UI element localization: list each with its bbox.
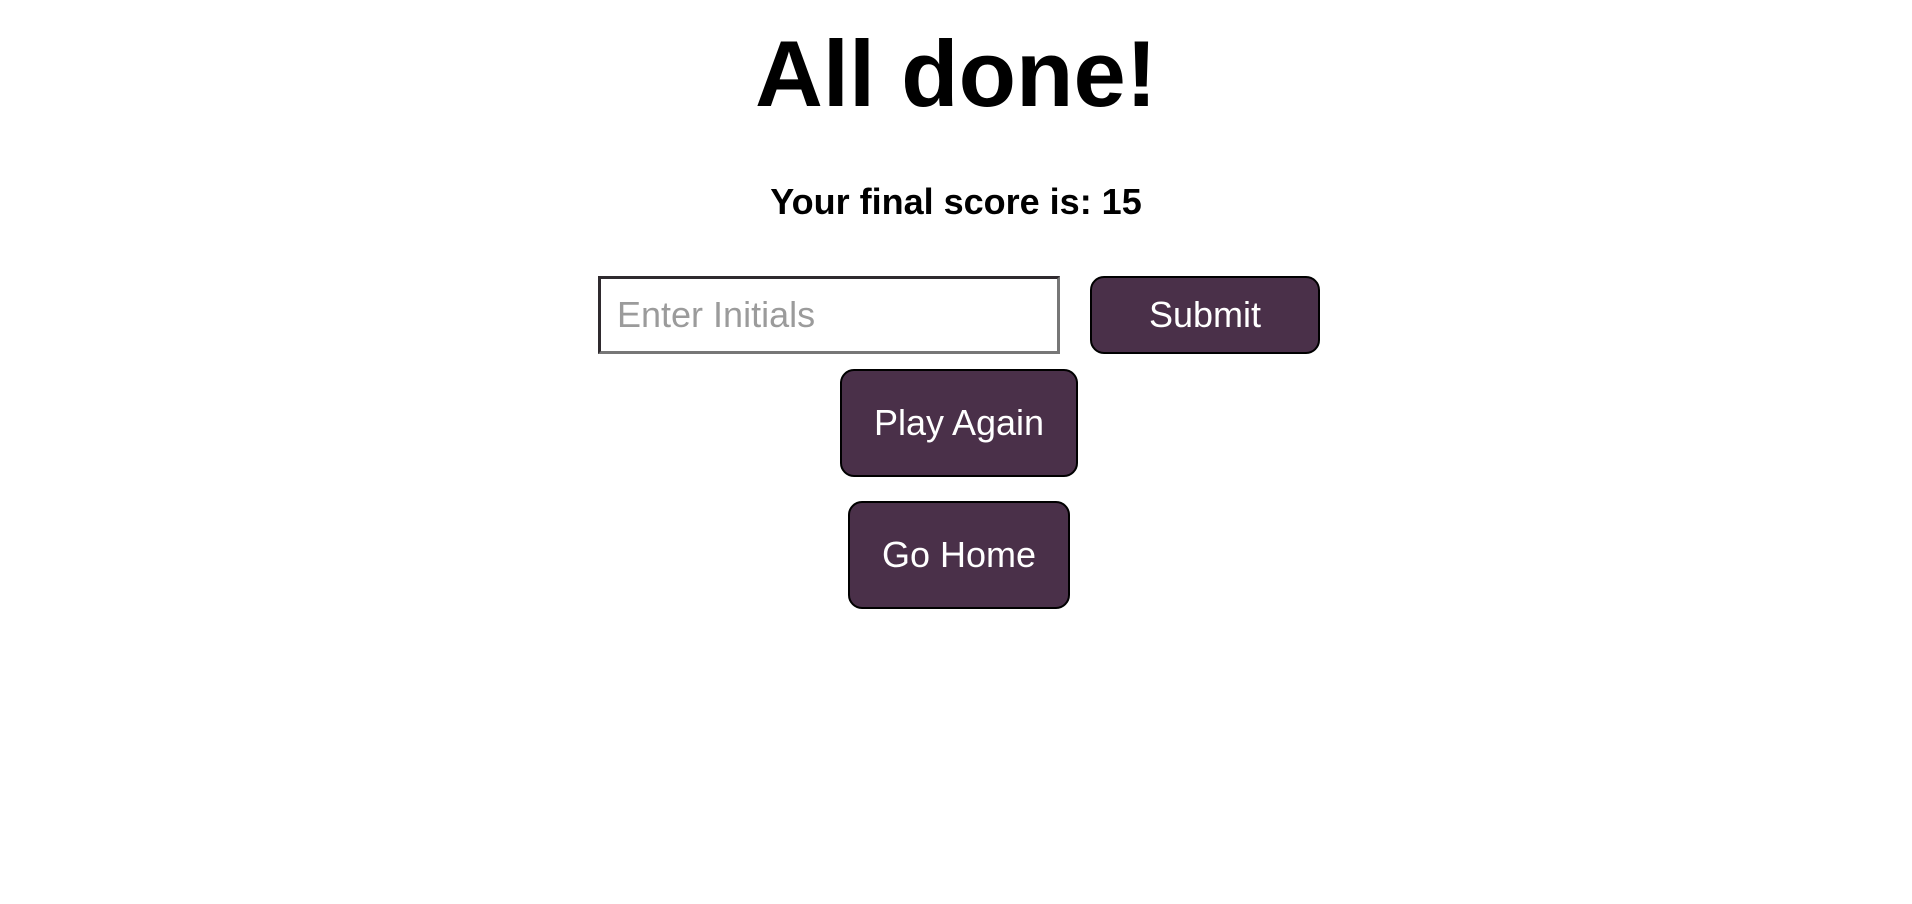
initials-input[interactable] bbox=[598, 276, 1060, 354]
submit-button[interactable]: Submit bbox=[1090, 276, 1320, 354]
final-score-text: Your final score is: 15 bbox=[770, 181, 1142, 222]
quiz-results-page: All done! Your final score is: 15 Submit… bbox=[0, 0, 1912, 904]
page-title: All done! bbox=[754, 21, 1158, 126]
play-again-button[interactable]: Play Again bbox=[840, 369, 1078, 477]
go-home-button[interactable]: Go Home bbox=[848, 501, 1070, 609]
